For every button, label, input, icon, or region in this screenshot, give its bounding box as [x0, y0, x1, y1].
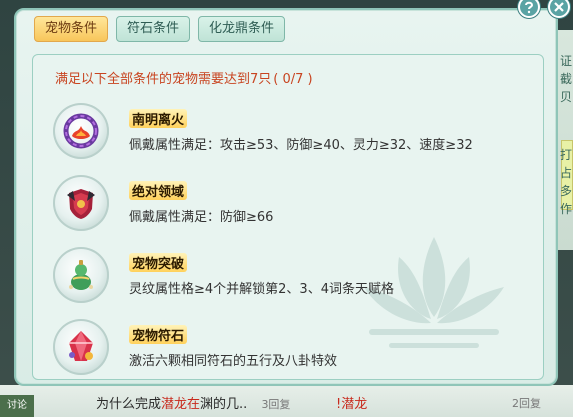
- condition-name: 宠物突破: [129, 253, 188, 272]
- rune-gem-icon: [69, 331, 93, 361]
- progress-count: ( 0/7 ): [273, 72, 313, 87]
- post-reply-count: 2回复: [512, 397, 541, 410]
- close-button[interactable]: [548, 0, 570, 18]
- condition-icon-frame[interactable]: [53, 175, 109, 231]
- fire-ring-icon: [63, 113, 99, 149]
- background-post-item-2[interactable]: !潜龙: [336, 393, 367, 413]
- question-mark-icon: [525, 1, 534, 14]
- game-window: 证 截 贝 打 占 多 作 讨论 为什么完成潜龙在渊的几.. 3回复 !潜龙 2…: [0, 0, 573, 417]
- background-edge-text: 截: [560, 72, 573, 86]
- condition-item: 宠物符石 激活六颗相同符石的五行及八卦特效: [53, 319, 533, 379]
- condition-description: 佩戴属性满足：防御≥66: [129, 210, 274, 225]
- condition-name: 宠物符石: [129, 325, 188, 344]
- condition-description: 佩戴属性满足：攻击≥53、防御≥40、灵力≥32、速度≥32: [129, 138, 473, 153]
- background-edge-text: 证: [560, 54, 573, 68]
- background-edge-text: 作: [560, 202, 573, 216]
- background-left-tab[interactable]: 讨论: [0, 395, 34, 417]
- tab-pet-conditions[interactable]: 宠物条件: [34, 16, 109, 42]
- condition-icon-frame[interactable]: [53, 247, 109, 303]
- background-edge-text: 多: [560, 184, 573, 198]
- background-edge-text: 打: [560, 148, 573, 162]
- headline-text: 满足以下全部条件的宠物需要达到7只: [55, 72, 272, 87]
- condition-icon-frame[interactable]: [53, 103, 109, 159]
- background-edge-text: 贝: [560, 90, 573, 104]
- condition-item: 南明离火 佩戴属性满足：攻击≥53、防御≥40、灵力≥32、速度≥32: [53, 103, 533, 169]
- condition-name: 绝对领域: [129, 181, 188, 200]
- background-post-item[interactable]: 为什么完成潜龙在渊的几.. 3回复: [96, 393, 290, 413]
- shield-armor-icon: [67, 189, 95, 219]
- close-icon: [554, 2, 564, 12]
- condition-description: 灵纹属性格≥4个并解锁第2、3、4词条天赋格: [129, 282, 394, 297]
- condition-name: 南明离火: [129, 109, 188, 128]
- condition-item: 绝对领域 佩戴属性满足：防御≥66: [53, 175, 533, 241]
- background-edge-text: 占: [560, 166, 573, 180]
- jade-gourd-icon: [69, 260, 93, 290]
- tab-bar: 宠物条件 符石条件 化龙鼎条件: [34, 16, 286, 42]
- condition-item: 宠物突破 灵纹属性格≥4个并解锁第2、3、4词条天赋格: [53, 247, 533, 313]
- conditions-panel: 宠物条件 符石条件 化龙鼎条件 满足以下全部条件的宠物需要达到7只( 0/7 ): [14, 8, 558, 386]
- post-title-prefix: 为什么完成: [96, 397, 162, 412]
- conditions-content: 满足以下全部条件的宠物需要达到7只( 0/7 ) 南明离火 佩戴属性满足：攻击≥…: [32, 54, 544, 380]
- condition-icon-frame[interactable]: [53, 319, 109, 375]
- tab-dragon-cauldron-conditions[interactable]: 化龙鼎条件: [198, 16, 286, 42]
- tab-rune-conditions[interactable]: 符石条件: [116, 16, 191, 42]
- condition-description: 激活六颗相同符石的五行及八卦特效: [129, 354, 338, 369]
- post-reply-count: 3回复: [261, 398, 291, 411]
- post-title-highlight: 潜龙在: [161, 397, 201, 412]
- requirement-headline: 满足以下全部条件的宠物需要达到7只( 0/7 ): [55, 68, 313, 87]
- post-title-suffix: 渊的几..: [200, 397, 248, 412]
